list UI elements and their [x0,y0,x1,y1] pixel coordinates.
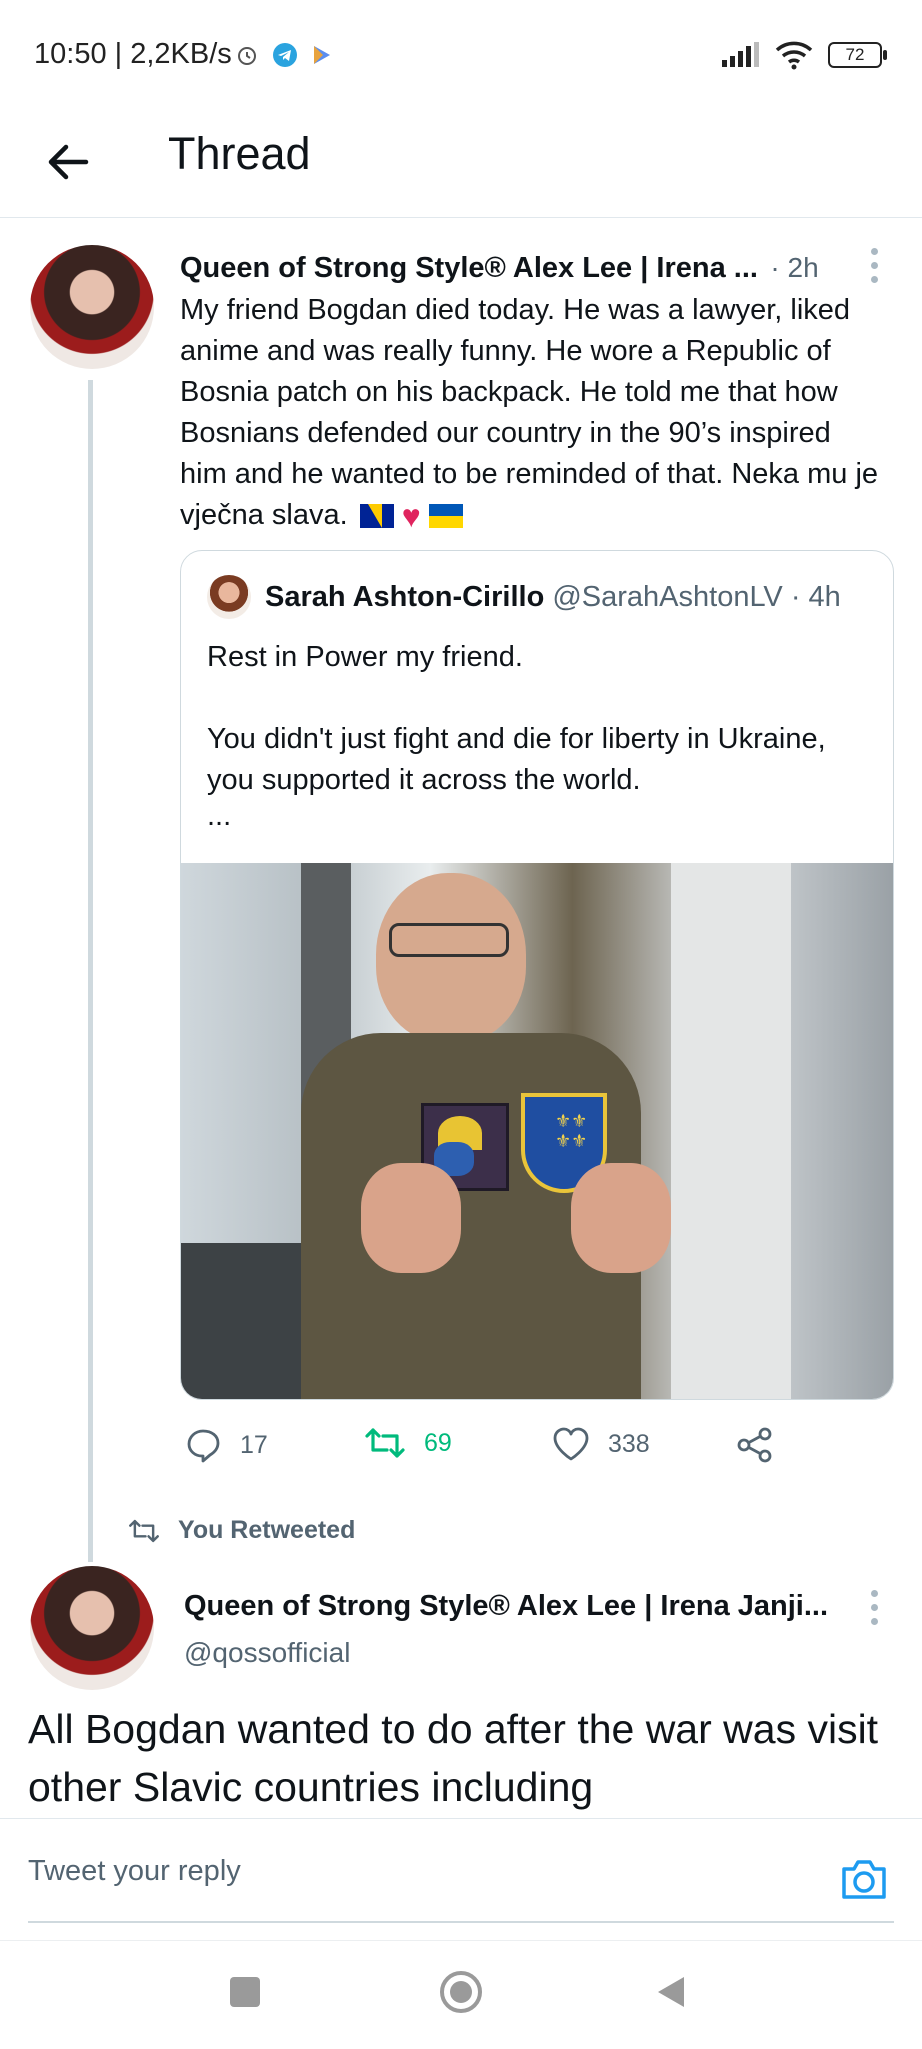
quote-line-1: Rest in Power my friend. [207,641,523,673]
quote-timestamp: · 4h [790,581,841,613]
bosnia-flag-emoji [359,504,394,529]
reply-count: 17 [240,1430,268,1459]
status-bar: 10:50 | 2,2KB/s 72 [0,0,922,110]
second-tweet-header: Queen of Strong Style® Alex Lee | Irena … [184,1590,844,1669]
quote-photo[interactable]: ⚜⚜ ⚜⚜ [181,863,893,1399]
second-tweet-author-name[interactable]: Queen of Strong Style® Alex Lee | Irena … [184,1590,844,1623]
tweet-header: Queen of Strong Style® Alex Lee | Irena … [180,252,850,285]
recents-button[interactable] [230,1977,260,2007]
alarm-icon [238,47,256,65]
like-count: 338 [608,1429,650,1458]
quote-author-avatar [207,575,251,619]
retweet-banner-label: You Retweeted [178,1516,356,1544]
retweet-icon [365,1428,405,1458]
telegram-icon [273,43,297,67]
system-navigation-bar [0,1940,922,2049]
back-nav-icon[interactable] [656,1975,686,2009]
like-action[interactable]: 338 [552,1426,650,1462]
tweet-timestamp: · 2h [770,252,819,283]
quote-author-name: Sarah Ashton-Cirillo [265,581,545,613]
reply-divider [28,1921,894,1923]
retweet-banner: You Retweeted [128,1516,355,1545]
tweet-author-name[interactable]: Queen of Strong Style® Alex Lee | Irena … [180,252,758,284]
reply-icon [187,1429,220,1463]
quote-line-2: You didn't just fight and die for libert… [207,723,826,796]
share-action[interactable] [736,1426,774,1464]
status-time: 10:50 | 2,2KB/s [34,38,232,70]
quote-header: Sarah Ashton-Cirillo @SarahAshtonLV · 4h [265,581,841,614]
wifi-icon [775,41,813,70]
second-tweet-text: All Bogdan wanted to do after the war wa… [28,1706,879,1810]
reply-composer: Tweet your reply [0,1818,922,1923]
right-hand [571,1163,671,1273]
home-button[interactable] [440,1971,482,2013]
page-title: Thread [168,128,311,179]
camera-icon[interactable] [840,1857,888,1901]
second-tweet-handle: @qossofficial [184,1637,351,1668]
status-notification-icons [236,42,332,68]
thread-connector-line [88,380,93,1562]
quoted-tweet-card[interactable]: Sarah Ashton-Cirillo @SarahAshtonLV · 4h… [180,550,894,1400]
retweet-count: 69 [424,1428,452,1457]
second-tweet-more-options-icon[interactable] [862,1590,886,1625]
left-hand [361,1163,461,1273]
tweet-text: My friend Bogdan died today. He was a la… [180,294,879,531]
red-heart-emoji: ♥ [401,497,421,534]
retweet-action[interactable]: 69 [364,1426,452,1460]
person-glasses [389,923,509,957]
ukraine-flag-emoji [428,504,463,529]
more-options-icon[interactable] [862,248,886,283]
reply-input[interactable]: Tweet your reply [28,1855,241,1888]
author-avatar[interactable] [30,245,154,369]
back-arrow-icon[interactable] [40,134,96,190]
signal-icon [722,42,759,67]
heart-icon [553,1427,589,1461]
second-tweet-avatar[interactable] [30,1566,154,1690]
quote-body: Rest in Power my friend. You didn't just… [207,637,877,831]
play-store-icon [314,46,330,64]
share-icon [737,1427,772,1463]
app-header: Thread [0,110,922,218]
tweet-body: My friend Bogdan died today. He was a la… [180,290,885,537]
reply-action[interactable]: 17 [184,1426,268,1464]
retweeted-icon [129,1519,159,1542]
quote-ellipsis: ... [207,800,232,832]
person-head [376,873,526,1043]
battery-indicator: 72 [828,42,887,68]
quote-author-handle: @SarahAshtonLV [552,581,783,613]
status-system-icons: 72 [720,40,887,70]
